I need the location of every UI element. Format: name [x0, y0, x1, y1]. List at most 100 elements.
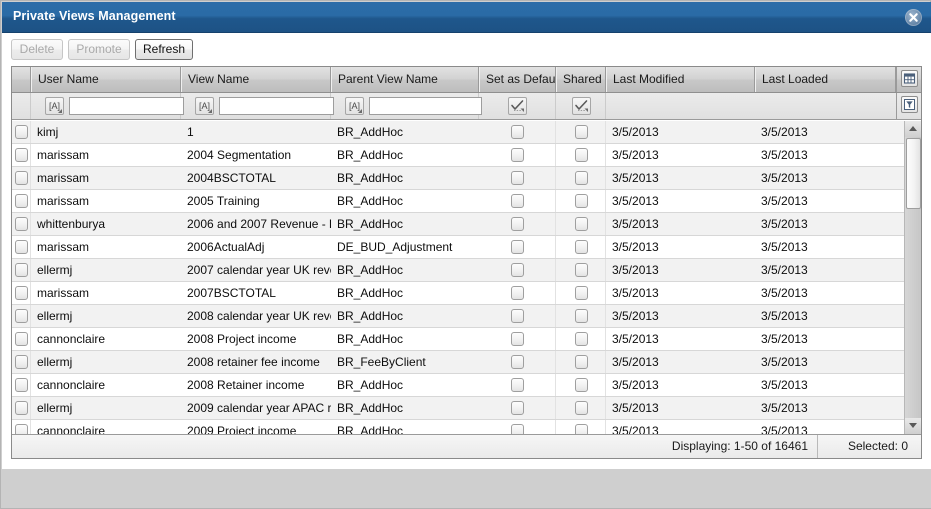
shared-checkbox[interactable] [575, 355, 588, 369]
table-row[interactable]: kimj 1 BR_AddHoc 3/5/2013 3/5/2013 [12, 121, 904, 144]
scroll-down-arrow-icon[interactable] [905, 418, 921, 434]
row-select-cell[interactable] [12, 213, 31, 235]
table-row[interactable]: ellermj 2008 retainer fee income BR_FeeByC… [12, 351, 904, 374]
close-icon[interactable] [905, 9, 922, 26]
set-as-default-checkbox[interactable] [511, 286, 524, 300]
shared-checkbox[interactable] [575, 171, 588, 185]
set-as-default-checkbox[interactable] [511, 125, 524, 139]
set-as-default-checkbox[interactable] [511, 217, 524, 231]
cell-shared[interactable] [556, 190, 606, 212]
checkmark-filter-icon[interactable] [508, 97, 527, 115]
column-header-shared[interactable]: Shared [556, 67, 606, 92]
table-row[interactable]: whittenburya 2006 and 2007 Revenue - loca… [12, 213, 904, 236]
row-select-checkbox[interactable] [15, 148, 28, 162]
cell-set-as-default[interactable] [479, 167, 556, 189]
column-header-parent-view-name[interactable]: Parent View Name [331, 67, 479, 92]
row-select-cell[interactable] [12, 305, 31, 327]
set-as-default-checkbox[interactable] [511, 309, 524, 323]
row-select-checkbox[interactable] [15, 378, 28, 392]
cell-shared[interactable] [556, 167, 606, 189]
set-as-default-checkbox[interactable] [511, 401, 524, 415]
set-as-default-checkbox[interactable] [511, 194, 524, 208]
cell-shared[interactable] [556, 282, 606, 304]
row-select-cell[interactable] [12, 236, 31, 258]
shared-checkbox[interactable] [575, 332, 588, 346]
row-select-checkbox[interactable] [15, 286, 28, 300]
shared-checkbox[interactable] [575, 286, 588, 300]
row-select-checkbox[interactable] [15, 401, 28, 415]
filter-toggle-button[interactable] [896, 93, 921, 119]
cell-shared[interactable] [556, 213, 606, 235]
set-as-default-checkbox[interactable] [511, 171, 524, 185]
text-filter-icon[interactable]: [A] [45, 97, 64, 115]
shared-checkbox[interactable] [575, 148, 588, 162]
set-as-default-checkbox[interactable] [511, 332, 524, 346]
shared-checkbox[interactable] [575, 263, 588, 277]
cell-set-as-default[interactable] [479, 397, 556, 419]
shared-checkbox[interactable] [575, 217, 588, 231]
table-row[interactable]: cannonclaire 2008 Retainer income BR_AddHo… [12, 374, 904, 397]
shared-checkbox[interactable] [575, 424, 588, 434]
table-row[interactable]: marissam 2004 Segmentation BR_AddHoc 3/5/20… [12, 144, 904, 167]
row-select-checkbox[interactable] [15, 309, 28, 323]
shared-checkbox[interactable] [575, 309, 588, 323]
cell-shared[interactable] [556, 328, 606, 350]
set-as-default-checkbox[interactable] [511, 355, 524, 369]
cell-set-as-default[interactable] [479, 144, 556, 166]
set-as-default-checkbox[interactable] [511, 240, 524, 254]
set-as-default-checkbox[interactable] [511, 424, 524, 434]
column-header-user-name[interactable]: User Name [31, 67, 181, 92]
column-header-view-name[interactable]: View Name [181, 67, 331, 92]
table-row[interactable]: cannonclaire 2009 Project income BR_AddHoc… [12, 420, 904, 434]
cell-set-as-default[interactable] [479, 328, 556, 350]
cell-set-as-default[interactable] [479, 236, 556, 258]
column-header-set-as-default[interactable]: Set as Default [479, 67, 556, 92]
cell-shared[interactable] [556, 259, 606, 281]
scroll-up-arrow-icon[interactable] [905, 121, 921, 137]
cell-set-as-default[interactable] [479, 190, 556, 212]
column-header-last-loaded[interactable]: Last Loaded [755, 67, 896, 92]
row-select-cell[interactable] [12, 420, 31, 434]
row-select-cell[interactable] [12, 397, 31, 419]
shared-checkbox[interactable] [575, 378, 588, 392]
shared-checkbox[interactable] [575, 194, 588, 208]
table-row[interactable]: marissam 2006ActualAdj DE_BUD_Adjustment 3/… [12, 236, 904, 259]
cell-shared[interactable] [556, 420, 606, 434]
row-select-checkbox[interactable] [15, 263, 28, 277]
refresh-button[interactable]: Refresh [135, 39, 193, 60]
row-select-checkbox[interactable] [15, 355, 28, 369]
row-select-cell[interactable] [12, 167, 31, 189]
cell-set-as-default[interactable] [479, 420, 556, 434]
row-select-checkbox[interactable] [15, 424, 28, 434]
table-row[interactable]: marissam 2004BSCTOTAL BR_AddHoc 3/5/2013 3/5… [12, 167, 904, 190]
cell-set-as-default[interactable] [479, 305, 556, 327]
table-row[interactable]: ellermj 2007 calendar year UK revenue BR_A… [12, 259, 904, 282]
column-chooser-button[interactable] [896, 67, 921, 92]
row-select-cell[interactable] [12, 328, 31, 350]
row-select-cell[interactable] [12, 121, 31, 143]
cell-set-as-default[interactable] [479, 282, 556, 304]
shared-checkbox[interactable] [575, 240, 588, 254]
text-filter-icon[interactable]: [A] [345, 97, 364, 115]
row-select-checkbox[interactable] [15, 240, 28, 254]
cell-set-as-default[interactable] [479, 213, 556, 235]
row-select-cell[interactable] [12, 351, 31, 373]
row-select-checkbox[interactable] [15, 125, 28, 139]
row-select-cell[interactable] [12, 144, 31, 166]
cell-shared[interactable] [556, 397, 606, 419]
vertical-scrollbar[interactable] [904, 121, 921, 434]
row-select-checkbox[interactable] [15, 332, 28, 346]
checkmark-filter-icon[interactable] [572, 97, 591, 115]
cell-set-as-default[interactable] [479, 259, 556, 281]
cell-set-as-default[interactable] [479, 121, 556, 143]
cell-shared[interactable] [556, 374, 606, 396]
text-filter-icon[interactable]: [A] [195, 97, 214, 115]
table-row[interactable]: ellermj 2009 calendar year APAC revenue BR… [12, 397, 904, 420]
row-select-cell[interactable] [12, 259, 31, 281]
cell-shared[interactable] [556, 121, 606, 143]
shared-checkbox[interactable] [575, 125, 588, 139]
cell-set-as-default[interactable] [479, 351, 556, 373]
table-row[interactable]: marissam 2005 Training BR_AddHoc 3/5/2013 3/… [12, 190, 904, 213]
cell-shared[interactable] [556, 351, 606, 373]
scrollbar-thumb[interactable] [906, 138, 921, 209]
